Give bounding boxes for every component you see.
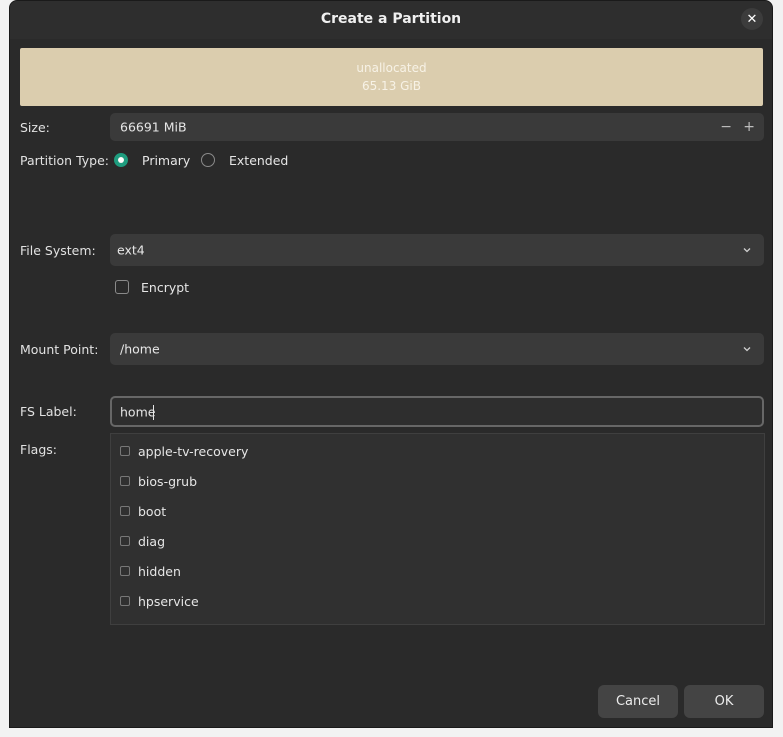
flag-item-hidden[interactable]: hidden	[111, 556, 764, 586]
flag-label: hidden	[138, 564, 181, 579]
chevron-down-icon	[743, 248, 751, 253]
flags-list[interactable]: apple-tv-recovery bios-grub boot diag hi…	[110, 433, 765, 625]
fs-label-input[interactable]: home	[110, 396, 764, 427]
flag-item-apple-tv-recovery[interactable]: apple-tv-recovery	[111, 436, 764, 466]
flag-label: boot	[138, 504, 167, 519]
encrypt-checkbox[interactable]	[115, 280, 129, 294]
flag-checkbox[interactable]	[120, 446, 130, 456]
flag-checkbox[interactable]	[120, 566, 130, 576]
flag-item-boot[interactable]: boot	[111, 496, 764, 526]
partition-size: 65.13 GiB	[361, 79, 422, 93]
flag-item-hpservice[interactable]: hpservice	[111, 586, 764, 616]
extended-radio[interactable]	[201, 153, 215, 167]
text-caret	[153, 405, 154, 420]
mount-point-dropdown[interactable]: /home	[110, 333, 764, 365]
fs-label-label: FS Label:	[20, 404, 77, 419]
flag-label: hpservice	[138, 594, 199, 609]
flag-checkbox[interactable]	[120, 506, 130, 516]
mount-point-label: Mount Point:	[20, 342, 99, 357]
size-stepper[interactable]: 66691 MiB − +	[110, 113, 764, 141]
partition-visual: unallocated 65.13 GiB	[20, 48, 763, 106]
flag-checkbox[interactable]	[120, 476, 130, 486]
flags-label: Flags:	[20, 442, 57, 457]
dialog-title: Create a Partition	[320, 11, 462, 27]
extended-radio-label[interactable]: Extended	[229, 153, 288, 168]
mount-point-value: /home	[120, 341, 160, 357]
encrypt-label[interactable]: Encrypt	[141, 280, 189, 295]
flag-label: apple-tv-recovery	[138, 444, 249, 459]
size-label: Size:	[20, 120, 50, 135]
file-system-label: File System:	[20, 243, 96, 258]
flag-checkbox[interactable]	[120, 536, 130, 546]
close-icon: ✕	[746, 11, 758, 27]
flag-item-diag[interactable]: diag	[111, 526, 764, 556]
file-system-dropdown[interactable]: ext4	[110, 234, 764, 266]
ok-button[interactable]: OK	[684, 685, 764, 718]
flag-item-bios-grub[interactable]: bios-grub	[111, 466, 764, 496]
fs-label-value[interactable]: home	[120, 404, 155, 419]
file-system-value: ext4	[117, 242, 145, 258]
primary-radio[interactable]	[114, 153, 128, 167]
primary-radio-label[interactable]: Primary	[142, 153, 190, 168]
size-value[interactable]: 66691 MiB	[120, 120, 187, 135]
chevron-down-icon	[743, 347, 751, 352]
partition-type-label: Partition Type:	[20, 153, 109, 168]
title-bar: Create a Partition ✕	[10, 1, 772, 39]
close-button[interactable]: ✕	[741, 8, 763, 30]
size-decrement-button[interactable]: −	[720, 119, 732, 135]
create-partition-dialog: Create a Partition ✕ unallocated 65.13 G…	[9, 0, 773, 728]
flag-label: bios-grub	[138, 474, 198, 489]
flag-checkbox[interactable]	[120, 596, 130, 606]
partition-name: unallocated	[356, 61, 427, 75]
cancel-button[interactable]: Cancel	[598, 685, 678, 718]
flag-label: diag	[138, 534, 166, 549]
size-increment-button[interactable]: +	[743, 119, 755, 135]
